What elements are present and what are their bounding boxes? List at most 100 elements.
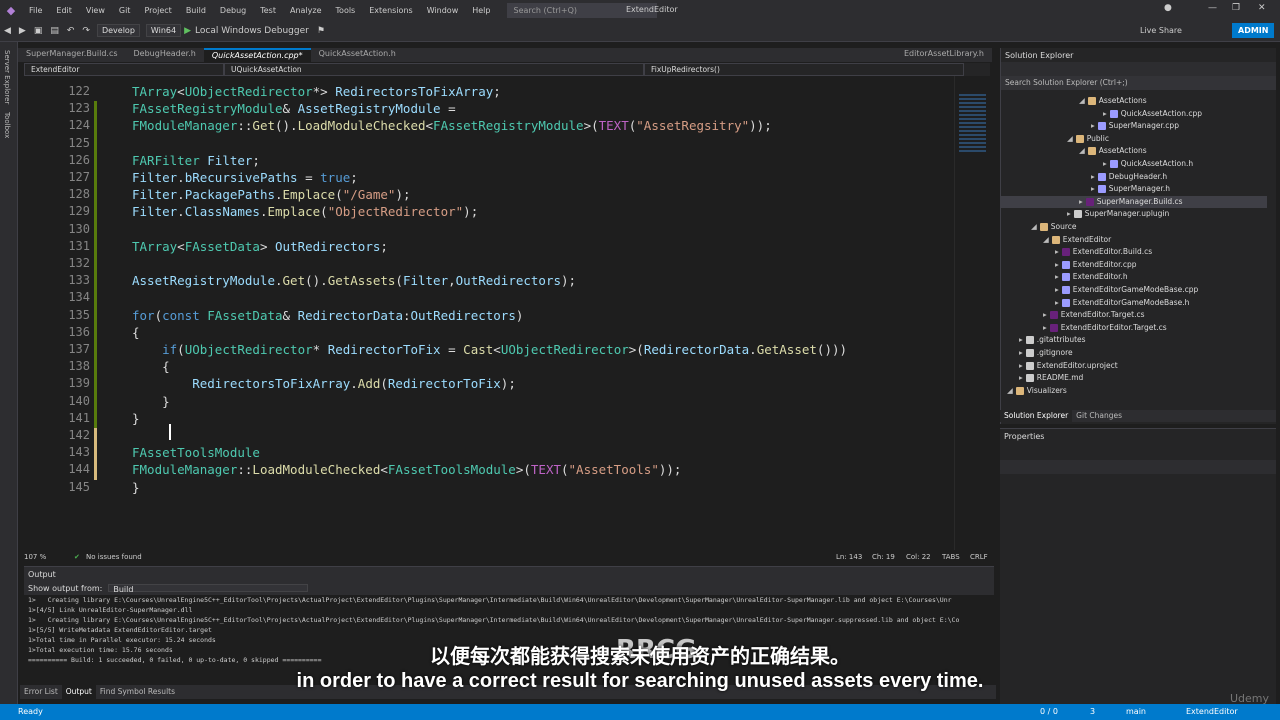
new-project-icon[interactable]: ▣ [30, 26, 47, 36]
tree-node[interactable]: ▸ SuperManager.cpp [1091, 121, 1179, 131]
tree-node[interactable]: ▸ SuperManager.uplugin [1067, 209, 1169, 219]
expand-arrow-icon[interactable]: ◢ [1079, 96, 1085, 105]
collapse-arrow-icon[interactable]: ▸ [1019, 335, 1023, 344]
menu-item-tools[interactable]: Tools [329, 6, 363, 15]
tree-node[interactable]: ▸ .gitignore [1019, 348, 1073, 357]
collapse-arrow-icon[interactable]: ▸ [1055, 298, 1059, 307]
tree-node[interactable]: ◢ Public [1067, 134, 1109, 143]
tab-quickassetaction-cpp[interactable]: QuickAssetAction.cpp* [203, 48, 311, 62]
code-line[interactable]: FAssetToolsModule [132, 445, 260, 460]
code-line[interactable]: FModuleManager::Get().LoadModuleChecked<… [132, 118, 772, 133]
minimize-icon[interactable]: — [1208, 3, 1217, 13]
tree-node[interactable]: ◢ Visualizers [1007, 386, 1067, 395]
collapse-arrow-icon[interactable]: ▸ [1091, 172, 1095, 181]
collapse-arrow-icon[interactable]: ▸ [1055, 247, 1059, 256]
tree-node[interactable]: ◢ AssetActions [1079, 96, 1147, 105]
server-explorer-tab[interactable]: Server Explorer [3, 50, 11, 104]
save-icon[interactable]: ▤ [46, 26, 63, 36]
collapse-arrow-icon[interactable]: ▸ [1043, 310, 1047, 319]
code-line[interactable]: AssetRegistryModule.Get().GetAssets(Filt… [132, 273, 576, 288]
code-line[interactable]: { [132, 359, 170, 374]
tree-node[interactable]: ▸ QuickAssetAction.cpp [1103, 109, 1202, 118]
code-line[interactable]: TArray<UObjectRedirector*> RedirectorsTo… [132, 84, 501, 99]
minimap[interactable] [954, 76, 990, 550]
tree-node[interactable]: ▸ ExtendEditor.Build.cs [1055, 247, 1152, 257]
menu-item-edit[interactable]: Edit [49, 6, 79, 15]
tree-node[interactable]: ◢ ExtendEditor [1043, 235, 1111, 244]
collapse-arrow-icon[interactable]: ▸ [1079, 197, 1083, 206]
code-line[interactable]: FARFilter Filter; [132, 153, 260, 168]
lines-info[interactable]: 0 / 0 [1040, 707, 1058, 716]
collapse-arrow-icon[interactable]: ▸ [1091, 184, 1095, 193]
tree-node[interactable]: ▸ SuperManager.Build.cs [1079, 197, 1183, 206]
collapse-arrow-icon[interactable]: ▸ [1043, 323, 1047, 332]
code-line[interactable]: Filter.bRecursivePaths = true; [132, 170, 358, 185]
tree-node[interactable]: ▸ SuperManager.h [1091, 184, 1170, 194]
tab-git-changes[interactable]: Git Changes [1072, 410, 1126, 422]
scope-dropdown[interactable]: UQuickAssetAction [224, 63, 644, 76]
configuration-select[interactable]: Develop [96, 24, 140, 37]
code-line[interactable]: for(const FAssetData& RedirectorData:Out… [132, 308, 523, 323]
expand-arrow-icon[interactable]: ◢ [1067, 134, 1073, 143]
collapse-arrow-icon[interactable]: ▸ [1103, 159, 1107, 168]
menu-item-extensions[interactable]: Extensions [362, 6, 419, 15]
tree-node[interactable]: ▸ ExtendEditor.Target.cs [1043, 310, 1145, 320]
collapse-arrow-icon[interactable]: ▸ [1091, 121, 1095, 130]
project-dropdown[interactable]: ExtendEditor [24, 63, 224, 76]
collapse-arrow-icon[interactable]: ▸ [1055, 260, 1059, 269]
menu-item-project[interactable]: Project [137, 6, 178, 15]
tab-supermanager-build[interactable]: SuperManager.Build.cs [18, 48, 126, 62]
start-debug-icon[interactable]: ▶ [184, 26, 191, 36]
code-line[interactable]: RedirectorsToFixArray.Add(RedirectorToFi… [132, 376, 516, 391]
collapse-arrow-icon[interactable]: ▸ [1019, 348, 1023, 357]
tree-node[interactable]: ◢ Source [1031, 222, 1077, 231]
tab-quickassetaction-h[interactable]: QuickAssetAction.h [311, 48, 404, 62]
collapse-arrow-icon[interactable]: ▸ [1055, 272, 1059, 281]
code-line[interactable]: } [132, 480, 140, 495]
tree-node[interactable]: ◢ AssetActions [1079, 146, 1147, 156]
collapse-arrow-icon[interactable]: ▸ [1019, 373, 1023, 382]
code-line[interactable]: { [132, 325, 140, 340]
menu-item-build[interactable]: Build [179, 6, 213, 15]
issues-label[interactable]: No issues found [86, 553, 142, 561]
errors-count[interactable]: 3 [1090, 707, 1095, 716]
platform-select[interactable]: Win64 [145, 24, 182, 37]
tree-node[interactable]: ▸ README.md [1019, 373, 1083, 383]
tabs-mode[interactable]: TABS [942, 553, 960, 561]
zoom-level[interactable]: 107 % [24, 553, 46, 561]
menu-item-file[interactable]: File [22, 6, 49, 15]
collapse-arrow-icon[interactable]: ▸ [1055, 285, 1059, 294]
maximize-icon[interactable]: ❐ [1232, 3, 1240, 13]
menu-item-debug[interactable]: Debug [213, 6, 253, 15]
collapse-arrow-icon[interactable]: ▸ [1067, 209, 1071, 218]
collapse-arrow-icon[interactable]: ▸ [1103, 109, 1107, 118]
branch-name[interactable]: main [1126, 707, 1146, 716]
tree-node[interactable]: ▸ ExtendEditorGameModeBase.h [1055, 298, 1189, 307]
menu-item-git[interactable]: Git [112, 6, 138, 15]
tree-node[interactable]: ▸ ExtendEditorEditor.Target.cs [1043, 323, 1167, 332]
tab-editorassetlibrary[interactable]: EditorAssetLibrary.h [896, 48, 992, 62]
code-line[interactable]: } [132, 394, 170, 409]
menu-item-analyze[interactable]: Analyze [283, 6, 329, 15]
solution-search-input[interactable]: Search Solution Explorer (Ctrl+;) [1001, 76, 1276, 90]
member-dropdown[interactable]: FixUpRedirectors() [644, 63, 964, 76]
expand-arrow-icon[interactable]: ◢ [1007, 386, 1013, 395]
bookmark-icon[interactable]: ⚑ [313, 26, 329, 36]
code-line[interactable]: Filter.PackagePaths.Emplace("/Game"); [132, 187, 411, 202]
code-line[interactable]: if(UObjectRedirector* RedirectorToFix = … [132, 342, 847, 357]
close-icon[interactable]: ✕ [1258, 3, 1266, 13]
project-name[interactable]: ExtendEditor [1186, 707, 1238, 716]
menu-item-test[interactable]: Test [253, 6, 283, 15]
code-line[interactable]: FModuleManager::LoadModuleChecked<FAsset… [132, 462, 681, 477]
back-icon[interactable]: ◀ [0, 26, 15, 36]
tree-node[interactable]: ▸ ExtendEditor.cpp [1055, 260, 1137, 269]
collapse-arrow-icon[interactable]: ▸ [1019, 361, 1023, 370]
tree-node[interactable]: ▸ ExtendEditorGameModeBase.cpp [1055, 285, 1198, 294]
code-editor[interactable]: 122 TArray<UObjectRedirector*> Redirector… [24, 76, 990, 550]
menu-item-help[interactable]: Help [465, 6, 497, 15]
forward-icon[interactable]: ▶ [15, 26, 30, 36]
tab-solution-explorer[interactable]: Solution Explorer [1000, 410, 1073, 422]
menu-item-window[interactable]: Window [420, 6, 466, 15]
redo-icon[interactable]: ↷ [78, 26, 94, 36]
undo-icon[interactable]: ↶ [63, 26, 79, 36]
